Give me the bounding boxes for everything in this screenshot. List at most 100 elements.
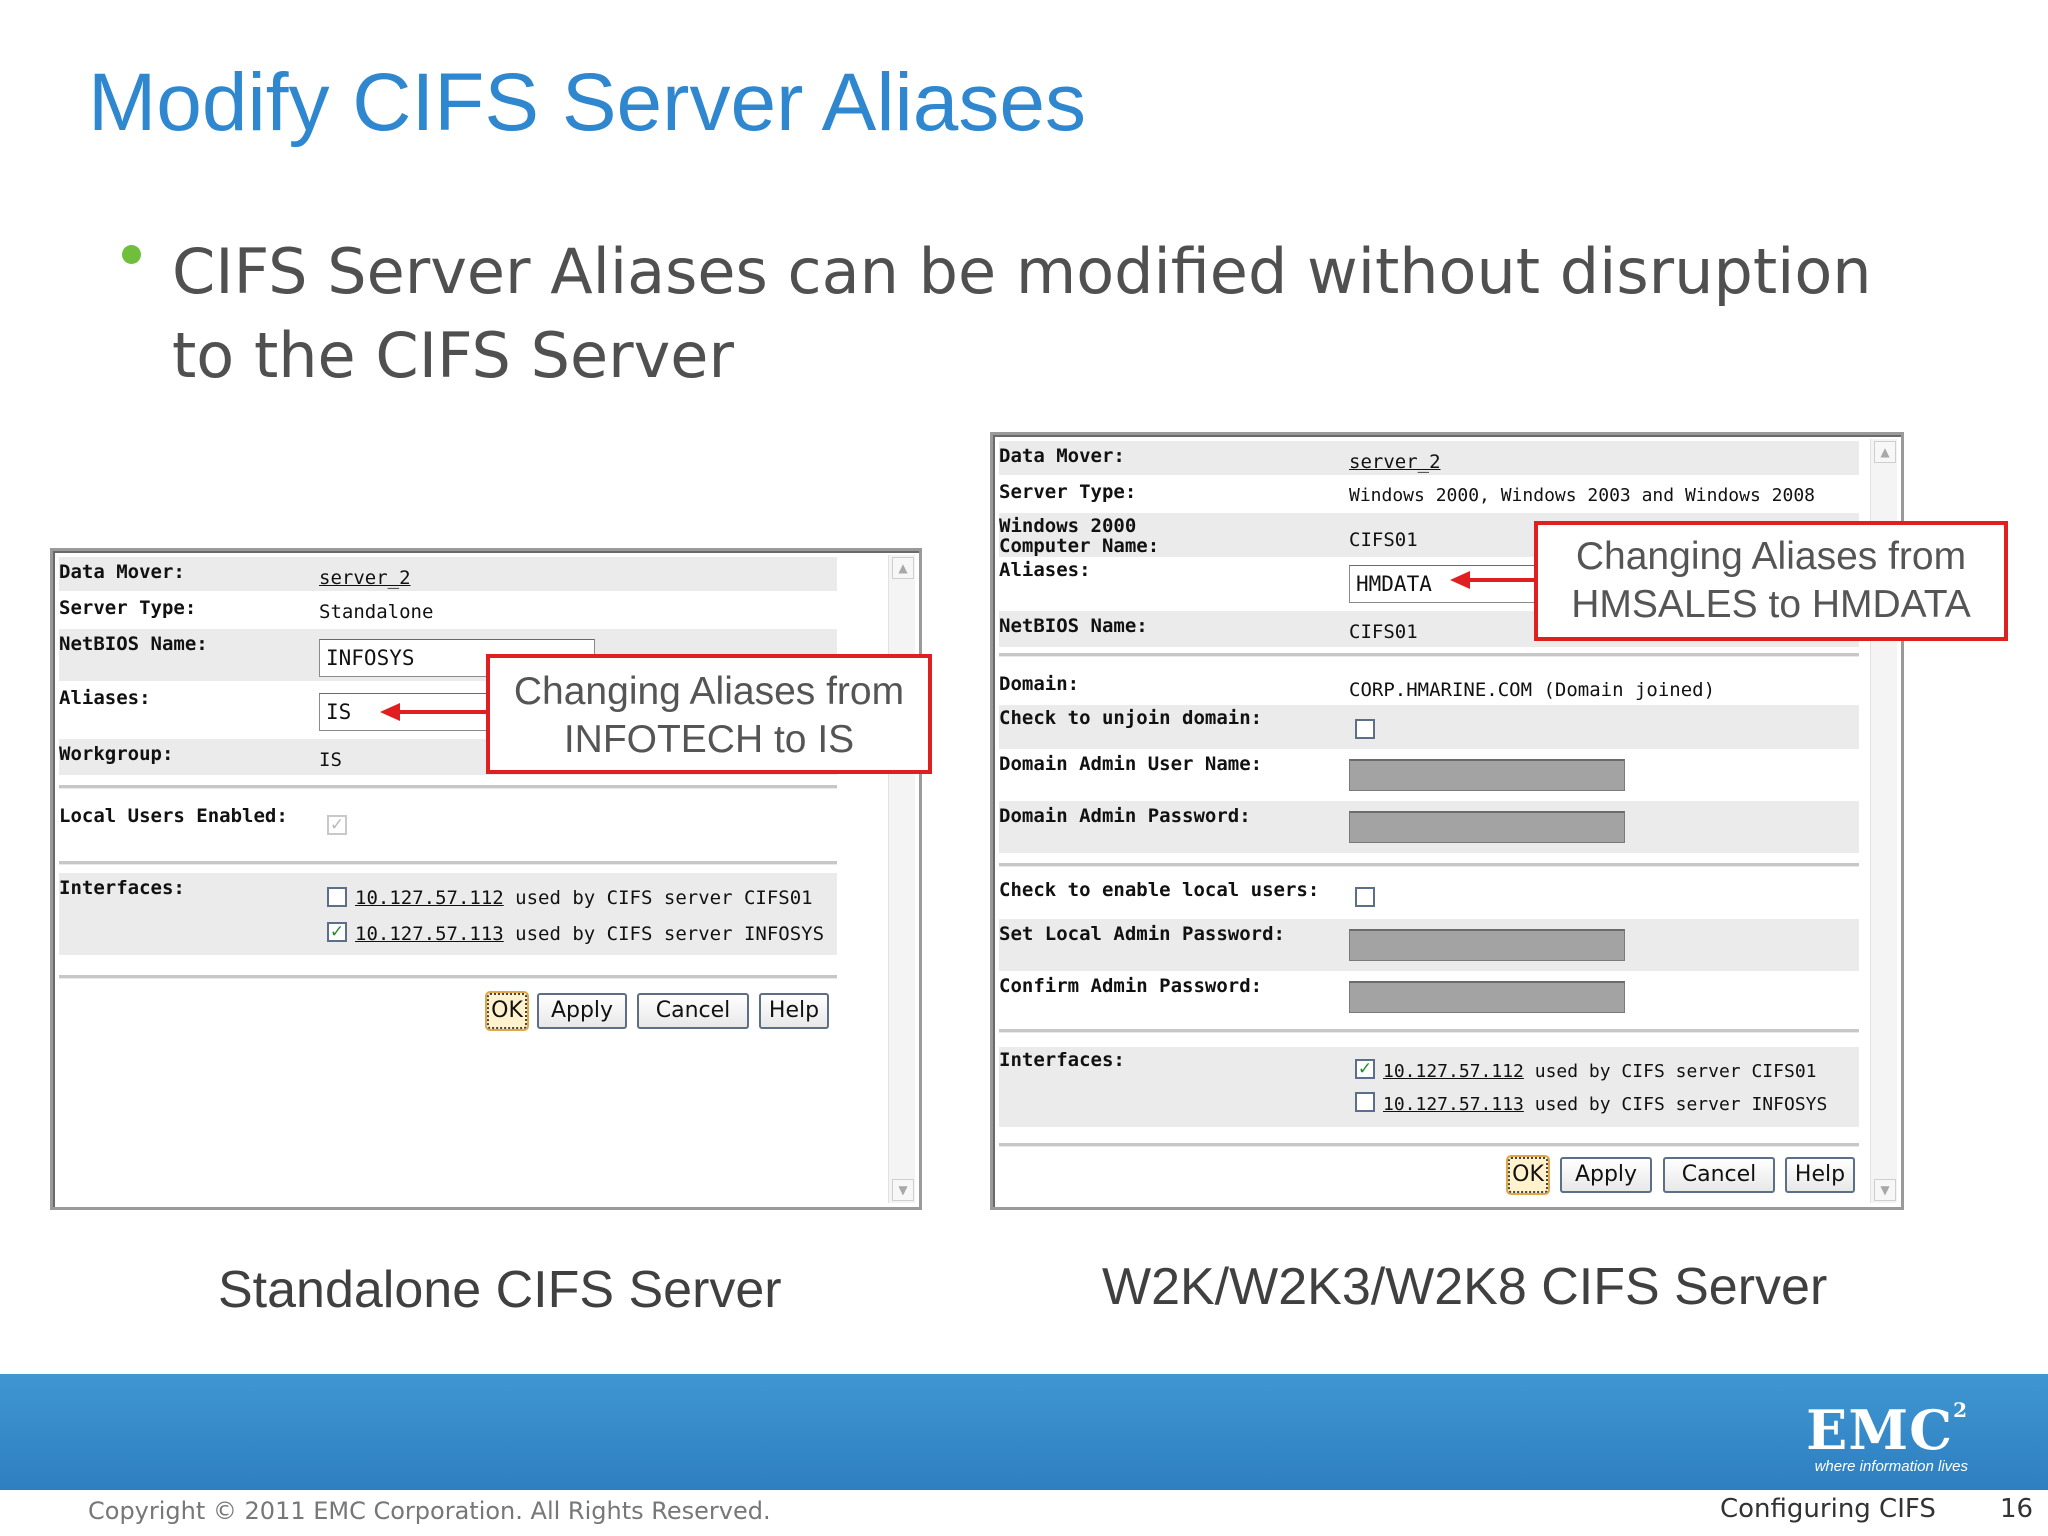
netbios-label: NetBIOS Name: bbox=[59, 633, 208, 655]
separator bbox=[59, 975, 837, 979]
callout-line-1: Changing Aliases from bbox=[1575, 535, 1967, 578]
separator bbox=[999, 1143, 1859, 1147]
interface-ip-link[interactable]: 10.127.57.113 bbox=[1383, 1094, 1524, 1115]
scroll-down-icon[interactable]: ▼ bbox=[892, 1179, 914, 1201]
footer-band bbox=[0, 1374, 2048, 1490]
interface-checkbox[interactable] bbox=[1355, 1092, 1375, 1112]
workgroup-value: IS bbox=[319, 749, 342, 771]
copyright-text: Copyright © 2011 EMC Corporation. All Ri… bbox=[88, 1497, 771, 1525]
data-mover-label: Data Mover: bbox=[999, 445, 1125, 467]
separator bbox=[999, 1029, 1859, 1033]
vertical-scrollbar[interactable]: ▲ ▼ bbox=[888, 555, 915, 1203]
interface-item: 10.127.57.113 used by CIFS server INFOSY… bbox=[355, 923, 824, 945]
domain-value: CORP.HMARINE.COM (Domain joined) bbox=[1349, 679, 1716, 701]
admin-password-row: Domain Admin Password: bbox=[999, 801, 1859, 853]
interface-ip-link[interactable]: 10.127.57.112 bbox=[355, 887, 504, 909]
set-local-pw-row: Set Local Admin Password: bbox=[999, 919, 1859, 971]
admin-password-label: Domain Admin Password: bbox=[999, 805, 1251, 827]
apply-button[interactable]: Apply bbox=[1560, 1157, 1652, 1193]
local-users-checkbox: ✓ bbox=[327, 815, 347, 835]
interface-item: 10.127.57.113 used by CIFS server INFOSY… bbox=[1383, 1094, 1827, 1116]
interfaces-label: Interfaces: bbox=[999, 1049, 1125, 1071]
scroll-down-icon[interactable]: ▼ bbox=[1874, 1179, 1896, 1201]
interface-checkbox[interactable]: ✓ bbox=[327, 922, 347, 942]
server-type-row: Server Type: Standalone bbox=[59, 593, 837, 627]
callout-arrow-icon bbox=[1450, 571, 1536, 589]
set-local-pw-label: Set Local Admin Password: bbox=[999, 923, 1285, 945]
confirm-pw-label: Confirm Admin Password: bbox=[999, 975, 1263, 997]
netbios-value: CIFS01 bbox=[1349, 621, 1418, 643]
emc-logo: EMC2 where information lives bbox=[1768, 1398, 1968, 1475]
interfaces-row: Interfaces: ✓ 10.127.57.112 used by CIFS… bbox=[999, 1047, 1859, 1127]
server-type-label: Server Type: bbox=[999, 481, 1137, 503]
interfaces-label: Interfaces: bbox=[59, 877, 185, 899]
help-button[interactable]: Help bbox=[759, 993, 829, 1029]
interface-text: used by CIFS server CIFS01 bbox=[1534, 1061, 1817, 1082]
section-name: Configuring CIFS bbox=[1720, 1494, 1936, 1524]
callout-line-2: HMSALES to HMDATA bbox=[1571, 583, 1971, 626]
domain-row: Domain: CORP.HMARINE.COM (Domain joined) bbox=[999, 669, 1859, 705]
interface-item: 10.127.57.112 used by CIFS server CIFS01 bbox=[1383, 1061, 1817, 1083]
right-callout: Changing Aliases from HMSALES to HMDATA bbox=[1534, 521, 2008, 641]
unjoin-row: Check to unjoin domain: bbox=[999, 705, 1859, 749]
admin-password-field[interactable] bbox=[1349, 811, 1625, 843]
left-callout: Changing Aliases from INFOTECH to IS bbox=[486, 654, 932, 774]
apply-button[interactable]: Apply bbox=[537, 993, 627, 1029]
set-local-pw-field[interactable] bbox=[1349, 929, 1625, 961]
interface-ip-link[interactable]: 10.127.57.112 bbox=[1383, 1061, 1524, 1082]
interface-checkbox[interactable]: ✓ bbox=[1355, 1059, 1375, 1079]
separator bbox=[999, 863, 1859, 867]
left-caption: Standalone CIFS Server bbox=[218, 1261, 782, 1319]
ok-button[interactable]: OK bbox=[485, 991, 529, 1031]
admin-user-label: Domain Admin User Name: bbox=[999, 753, 1263, 775]
cancel-button[interactable]: Cancel bbox=[1663, 1157, 1775, 1193]
aliases-label: Aliases: bbox=[59, 687, 151, 709]
admin-user-row: Domain Admin User Name: bbox=[999, 751, 1859, 801]
interface-ip-link[interactable]: 10.127.57.113 bbox=[355, 923, 504, 945]
enable-local-checkbox[interactable] bbox=[1355, 887, 1375, 907]
slide-title: Modify CIFS Server Aliases bbox=[88, 57, 1086, 148]
confirm-pw-field[interactable] bbox=[1349, 981, 1625, 1013]
server-type-value: Standalone bbox=[319, 601, 434, 623]
scroll-up-icon[interactable]: ▲ bbox=[892, 557, 914, 579]
emc-logo-text: EMC2 bbox=[1806, 1398, 1968, 1462]
separator bbox=[59, 785, 837, 789]
admin-user-field[interactable] bbox=[1349, 759, 1625, 791]
netbios-label: NetBIOS Name: bbox=[999, 615, 1148, 637]
interfaces-row: Interfaces: 10.127.57.112 used by CIFS s… bbox=[59, 873, 837, 955]
computer-name-label: Windows 2000 bbox=[999, 515, 1137, 537]
help-button[interactable]: Help bbox=[1785, 1157, 1855, 1193]
domain-label: Domain: bbox=[999, 673, 1080, 695]
unjoin-label: Check to unjoin domain: bbox=[999, 707, 1263, 729]
confirm-pw-row: Confirm Admin Password: bbox=[999, 971, 1859, 1023]
data-mover-row: Data Mover: server_2 bbox=[59, 557, 837, 591]
emc-tagline: where information lives bbox=[1814, 1458, 1968, 1475]
standalone-cifs-panel: ▲ ▼ Data Mover: server_2 Server Type: St… bbox=[50, 548, 922, 1210]
cancel-button[interactable]: Cancel bbox=[637, 993, 749, 1029]
callout-line-1: Changing Aliases from bbox=[513, 670, 905, 713]
local-users-label: Local Users Enabled: bbox=[59, 805, 288, 827]
interface-checkbox[interactable] bbox=[327, 887, 347, 907]
computer-name-value: CIFS01 bbox=[1349, 529, 1418, 551]
separator bbox=[59, 861, 837, 865]
ok-button[interactable]: OK bbox=[1506, 1155, 1550, 1195]
page-number: 16 bbox=[2000, 1494, 2034, 1524]
data-mover-link[interactable]: server_2 bbox=[319, 567, 411, 589]
server-type-row: Server Type: Windows 2000, Windows 2003 … bbox=[999, 477, 1859, 511]
right-caption: W2K/W2K3/W2K8 CIFS Server bbox=[1102, 1258, 1828, 1316]
enable-local-row: Check to enable local users: bbox=[999, 875, 1859, 919]
server-type-label: Server Type: bbox=[59, 597, 197, 619]
scroll-up-icon[interactable]: ▲ bbox=[1874, 441, 1896, 463]
interface-text: used by CIFS server INFOSYS bbox=[515, 923, 825, 945]
data-mover-row: Data Mover: server_2 bbox=[999, 441, 1859, 475]
workgroup-label: Workgroup: bbox=[59, 743, 174, 765]
local-users-row: Local Users Enabled: ✓ bbox=[59, 797, 837, 847]
unjoin-checkbox[interactable] bbox=[1355, 719, 1375, 739]
callout-line-2: INFOTECH to IS bbox=[563, 718, 855, 761]
separator bbox=[999, 653, 1859, 657]
data-mover-link[interactable]: server_2 bbox=[1349, 451, 1441, 473]
bullet-dot-icon bbox=[122, 245, 141, 264]
data-mover-label: Data Mover: bbox=[59, 561, 185, 583]
computer-name-label: Computer Name: bbox=[999, 535, 1160, 557]
interface-text: used by CIFS server INFOSYS bbox=[1534, 1094, 1828, 1115]
